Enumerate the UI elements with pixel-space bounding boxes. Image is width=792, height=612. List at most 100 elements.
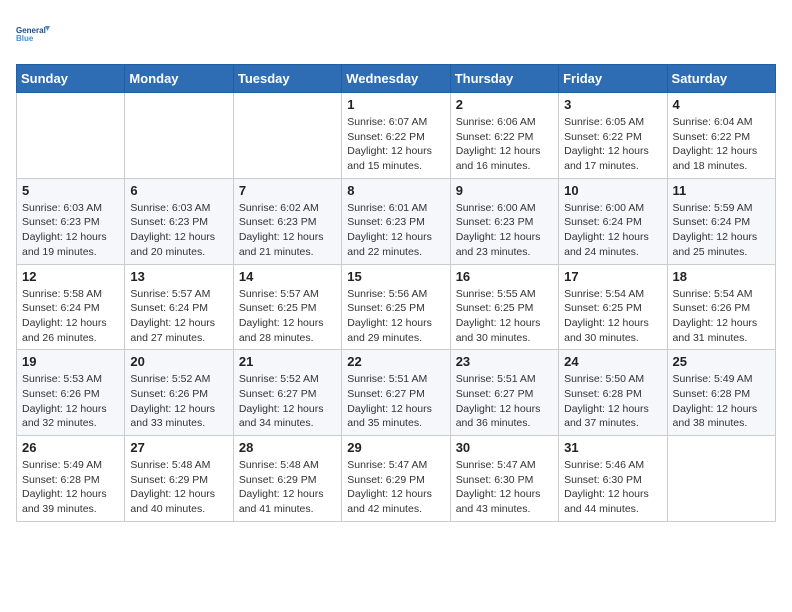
calendar-day-cell: 19 Sunrise: 5:53 AM Sunset: 6:26 PM Dayli…: [17, 350, 125, 436]
day-number: 30: [456, 440, 553, 455]
calendar-day-cell: 28 Sunrise: 5:48 AM Sunset: 6:29 PM Dayli…: [233, 436, 341, 522]
calendar-day-cell: 30 Sunrise: 5:47 AM Sunset: 6:30 PM Dayli…: [450, 436, 558, 522]
day-info: Sunrise: 6:07 AM Sunset: 6:22 PM Dayligh…: [347, 115, 444, 174]
calendar-day-cell: 31 Sunrise: 5:46 AM Sunset: 6:30 PM Dayli…: [559, 436, 667, 522]
day-number: 7: [239, 183, 336, 198]
day-number: 29: [347, 440, 444, 455]
svg-text:Blue: Blue: [16, 34, 34, 43]
logo-svg: General Blue: [16, 16, 56, 52]
day-number: 6: [130, 183, 227, 198]
day-number: 23: [456, 354, 553, 369]
logo: General Blue: [16, 16, 56, 52]
day-number: 27: [130, 440, 227, 455]
day-of-week-header: Saturday: [667, 65, 775, 93]
day-number: 4: [673, 97, 770, 112]
day-info: Sunrise: 5:53 AM Sunset: 6:26 PM Dayligh…: [22, 372, 119, 431]
day-of-week-header: Sunday: [17, 65, 125, 93]
calendar-day-cell: 1 Sunrise: 6:07 AM Sunset: 6:22 PM Daylig…: [342, 93, 450, 179]
day-info: Sunrise: 6:04 AM Sunset: 6:22 PM Dayligh…: [673, 115, 770, 174]
day-number: 2: [456, 97, 553, 112]
calendar-day-cell: 26Sunrise: 5:49 AM Sunset: 6:28 PM Dayli…: [17, 436, 125, 522]
day-number: 18: [673, 269, 770, 284]
calendar-day-cell: 24 Sunrise: 5:50 AM Sunset: 6:28 PM Dayli…: [559, 350, 667, 436]
calendar-day-cell: 20 Sunrise: 5:52 AM Sunset: 6:26 PM Dayli…: [125, 350, 233, 436]
day-number: 25: [673, 354, 770, 369]
calendar-day-cell: 8Sunrise: 6:01 AM Sunset: 6:23 PM Daylig…: [342, 178, 450, 264]
day-of-week-header: Wednesday: [342, 65, 450, 93]
calendar-day-cell: 7 Sunrise: 6:02 AM Sunset: 6:23 PM Daylig…: [233, 178, 341, 264]
day-number: 13: [130, 269, 227, 284]
day-info: Sunrise: 6:03 AM Sunset: 6:23 PM Dayligh…: [130, 201, 227, 260]
day-of-week-header: Monday: [125, 65, 233, 93]
calendar-day-cell: 23 Sunrise: 5:51 AM Sunset: 6:27 PM Dayli…: [450, 350, 558, 436]
day-number: 10: [564, 183, 661, 198]
day-number: 31: [564, 440, 661, 455]
day-info: Sunrise: 5:54 AM Sunset: 6:26 PM Dayligh…: [673, 287, 770, 346]
calendar-day-cell: 16Sunrise: 5:55 AM Sunset: 6:25 PM Dayli…: [450, 264, 558, 350]
day-info: Sunrise: 5:47 AM Sunset: 6:29 PM Dayligh…: [347, 458, 444, 517]
calendar-day-cell: 6 Sunrise: 6:03 AM Sunset: 6:23 PM Daylig…: [125, 178, 233, 264]
calendar-day-cell: 2 Sunrise: 6:06 AM Sunset: 6:22 PM Daylig…: [450, 93, 558, 179]
day-info: Sunrise: 5:57 AM Sunset: 6:25 PM Dayligh…: [239, 287, 336, 346]
calendar-day-cell: 3 Sunrise: 6:05 AM Sunset: 6:22 PM Daylig…: [559, 93, 667, 179]
day-of-week-header: Tuesday: [233, 65, 341, 93]
day-number: 28: [239, 440, 336, 455]
calendar-day-cell: 22 Sunrise: 5:51 AM Sunset: 6:27 PM Dayli…: [342, 350, 450, 436]
calendar-day-cell: 5 Sunrise: 6:03 AM Sunset: 6:23 PM Daylig…: [17, 178, 125, 264]
day-info: Sunrise: 5:52 AM Sunset: 6:27 PM Dayligh…: [239, 372, 336, 431]
day-info: Sunrise: 5:54 AM Sunset: 6:25 PM Dayligh…: [564, 287, 661, 346]
day-info: Sunrise: 6:02 AM Sunset: 6:23 PM Dayligh…: [239, 201, 336, 260]
day-info: Sunrise: 5:49 AM Sunset: 6:28 PM Dayligh…: [22, 458, 119, 517]
day-info: Sunrise: 5:48 AM Sunset: 6:29 PM Dayligh…: [239, 458, 336, 517]
day-info: Sunrise: 5:58 AM Sunset: 6:24 PM Dayligh…: [22, 287, 119, 346]
calendar-day-cell: 15 Sunrise: 5:56 AM Sunset: 6:25 PM Dayli…: [342, 264, 450, 350]
day-info: Sunrise: 5:57 AM Sunset: 6:24 PM Dayligh…: [130, 287, 227, 346]
day-number: 22: [347, 354, 444, 369]
calendar-day-cell: 17 Sunrise: 5:54 AM Sunset: 6:25 PM Dayli…: [559, 264, 667, 350]
day-number: 5: [22, 183, 119, 198]
day-info: Sunrise: 5:47 AM Sunset: 6:30 PM Dayligh…: [456, 458, 553, 517]
calendar-table: SundayMondayTuesdayWednesdayThursdayFrid…: [16, 64, 776, 522]
day-number: 20: [130, 354, 227, 369]
day-info: Sunrise: 5:51 AM Sunset: 6:27 PM Dayligh…: [347, 372, 444, 431]
empty-cell: [233, 93, 341, 179]
day-info: Sunrise: 6:03 AM Sunset: 6:23 PM Dayligh…: [22, 201, 119, 260]
day-number: 1: [347, 97, 444, 112]
day-info: Sunrise: 5:49 AM Sunset: 6:28 PM Dayligh…: [673, 372, 770, 431]
calendar-day-cell: 4 Sunrise: 6:04 AM Sunset: 6:22 PM Daylig…: [667, 93, 775, 179]
day-info: Sunrise: 5:51 AM Sunset: 6:27 PM Dayligh…: [456, 372, 553, 431]
day-number: 24: [564, 354, 661, 369]
day-number: 14: [239, 269, 336, 284]
day-number: 9: [456, 183, 553, 198]
day-number: 11: [673, 183, 770, 198]
empty-cell: [17, 93, 125, 179]
day-number: 19: [22, 354, 119, 369]
calendar-day-cell: 9 Sunrise: 6:00 AM Sunset: 6:23 PM Daylig…: [450, 178, 558, 264]
day-number: 3: [564, 97, 661, 112]
calendar-day-cell: 12 Sunrise: 5:58 AM Sunset: 6:24 PM Dayli…: [17, 264, 125, 350]
day-info: Sunrise: 5:48 AM Sunset: 6:29 PM Dayligh…: [130, 458, 227, 517]
day-number: 17: [564, 269, 661, 284]
page-header: General Blue: [16, 16, 776, 52]
calendar-day-cell: 13 Sunrise: 5:57 AM Sunset: 6:24 PM Dayli…: [125, 264, 233, 350]
day-info: Sunrise: 6:00 AM Sunset: 6:23 PM Dayligh…: [456, 201, 553, 260]
day-info: Sunrise: 5:50 AM Sunset: 6:28 PM Dayligh…: [564, 372, 661, 431]
calendar-day-cell: 11Sunrise: 5:59 AM Sunset: 6:24 PM Dayli…: [667, 178, 775, 264]
day-number: 16: [456, 269, 553, 284]
calendar-day-cell: 29 Sunrise: 5:47 AM Sunset: 6:29 PM Dayli…: [342, 436, 450, 522]
day-number: 12: [22, 269, 119, 284]
day-info: Sunrise: 6:05 AM Sunset: 6:22 PM Dayligh…: [564, 115, 661, 174]
day-info: Sunrise: 5:52 AM Sunset: 6:26 PM Dayligh…: [130, 372, 227, 431]
empty-cell: [125, 93, 233, 179]
day-info: Sunrise: 5:46 AM Sunset: 6:30 PM Dayligh…: [564, 458, 661, 517]
day-info: Sunrise: 6:00 AM Sunset: 6:24 PM Dayligh…: [564, 201, 661, 260]
calendar-day-cell: 18 Sunrise: 5:54 AM Sunset: 6:26 PM Dayli…: [667, 264, 775, 350]
calendar-day-cell: 21Sunrise: 5:52 AM Sunset: 6:27 PM Dayli…: [233, 350, 341, 436]
calendar-day-cell: 10 Sunrise: 6:00 AM Sunset: 6:24 PM Dayli…: [559, 178, 667, 264]
day-of-week-header: Friday: [559, 65, 667, 93]
day-number: 8: [347, 183, 444, 198]
calendar-day-cell: 27 Sunrise: 5:48 AM Sunset: 6:29 PM Dayli…: [125, 436, 233, 522]
day-info: Sunrise: 6:06 AM Sunset: 6:22 PM Dayligh…: [456, 115, 553, 174]
day-info: Sunrise: 5:56 AM Sunset: 6:25 PM Dayligh…: [347, 287, 444, 346]
day-number: 15: [347, 269, 444, 284]
